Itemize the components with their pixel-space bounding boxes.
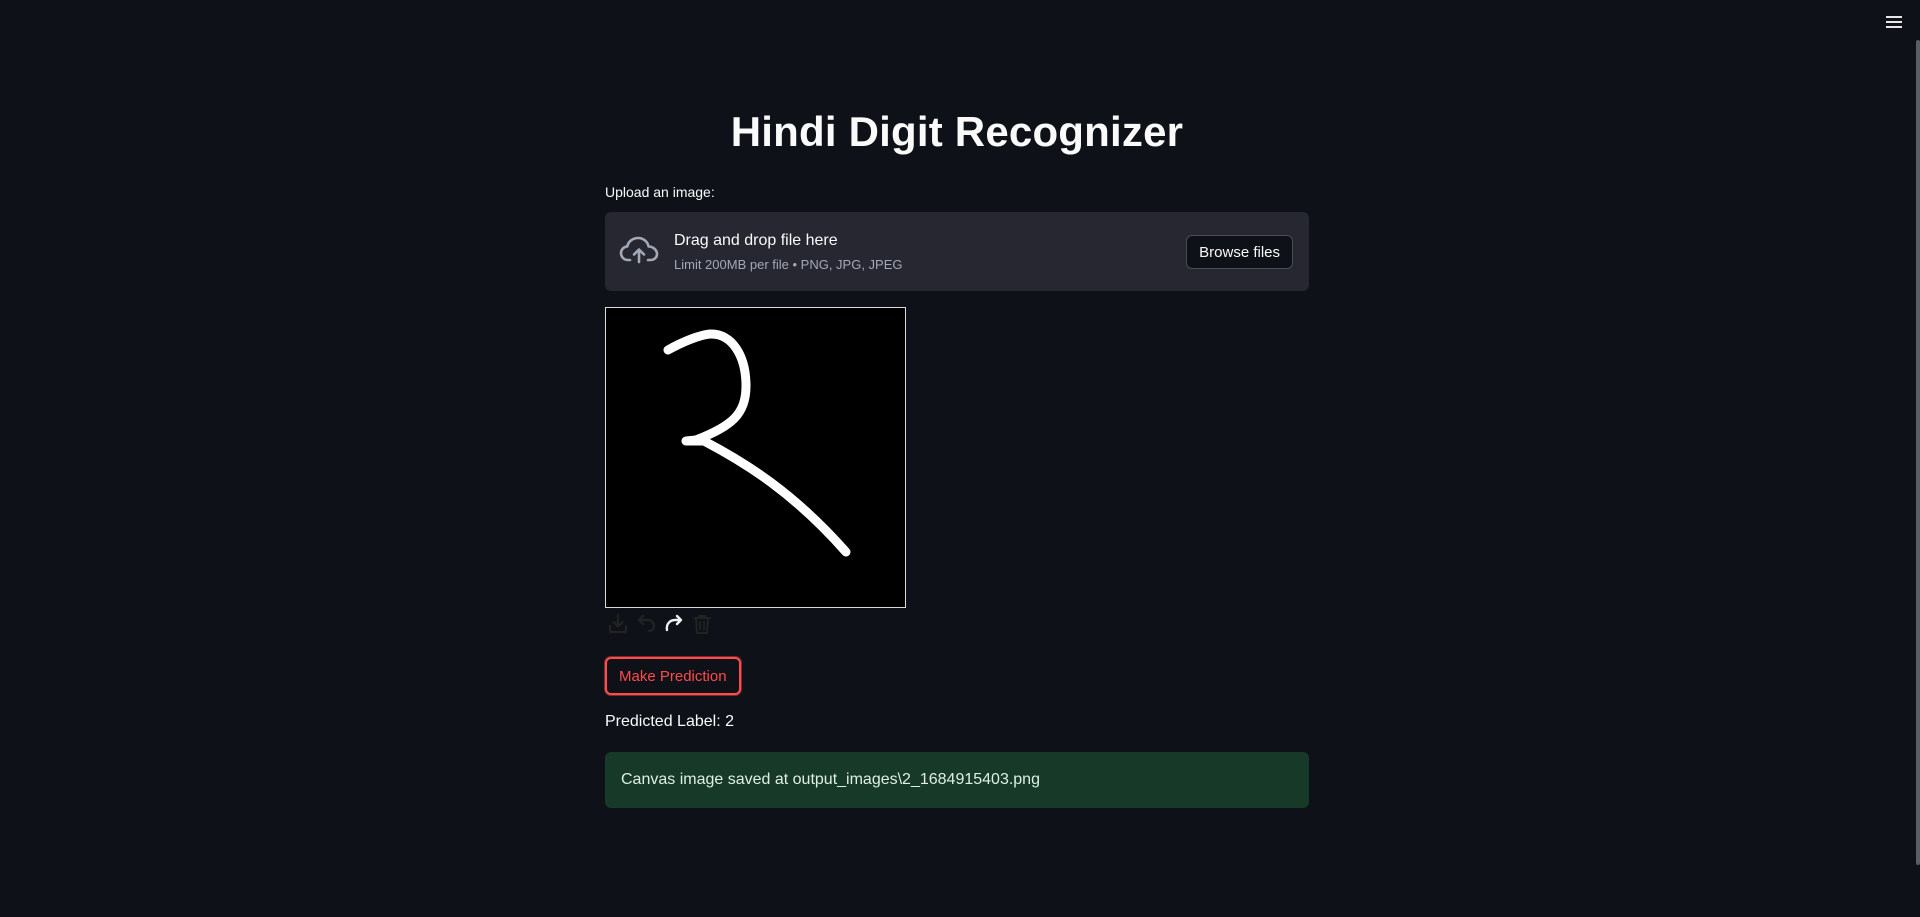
- scrollbar[interactable]: [1914, 0, 1920, 917]
- undo-icon: [637, 614, 656, 633]
- trash-icon: [693, 615, 711, 634]
- redo-icon: [665, 614, 683, 632]
- page-title: Hindi Digit Recognizer: [730, 108, 1184, 155]
- predicted-label-text: Predicted Label: 2: [605, 713, 734, 730]
- drawing-canvas[interactable]: [605, 307, 906, 608]
- drawn-digit-stroke: [663, 329, 851, 557]
- main-menu-button[interactable]: [1882, 10, 1906, 34]
- success-alert: Canvas image saved at output_images\2_16…: [605, 752, 1309, 808]
- scrollbar-thumb[interactable]: [1916, 40, 1920, 865]
- browse-files-button[interactable]: Browse files: [1186, 235, 1293, 269]
- canvas-toolbar: [605, 612, 715, 636]
- undo-button[interactable]: [633, 612, 659, 636]
- cloud-upload-icon: [619, 236, 659, 264]
- dropzone-title: Drag and drop file here: [674, 232, 838, 249]
- success-message: Canvas image saved at output_images\2_16…: [621, 771, 1040, 788]
- file-dropzone[interactable]: Drag and drop file here Limit 200MB per …: [605, 212, 1309, 291]
- clear-canvas-button[interactable]: [689, 612, 715, 636]
- hamburger-icon: [1886, 16, 1902, 28]
- redo-button[interactable]: [661, 612, 687, 636]
- dropzone-limits: Limit 200MB per file • PNG, JPG, JPEG: [674, 257, 903, 272]
- download-canvas-button[interactable]: [605, 612, 631, 636]
- make-prediction-button[interactable]: Make Prediction: [605, 657, 741, 695]
- download-icon: [608, 613, 628, 634]
- upload-label: Upload an image:: [605, 184, 715, 200]
